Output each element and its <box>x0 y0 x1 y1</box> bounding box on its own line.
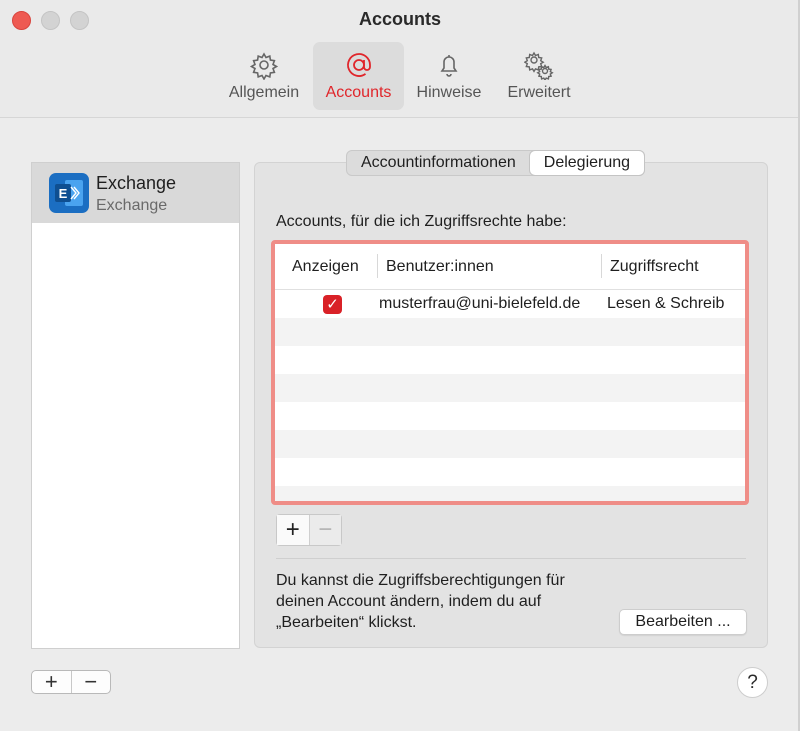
table-row-empty <box>275 318 745 346</box>
delegated-accounts-heading: Accounts, für die ich Zugriffsrechte hab… <box>276 213 567 230</box>
table-row-empty <box>275 486 745 501</box>
column-header-show[interactable]: Anzeigen <box>292 258 359 276</box>
table-row-empty <box>275 402 745 430</box>
toolbar-label-general: Allgemein <box>228 84 300 101</box>
preferences-window: Accounts Allgemein Accounts Hinweise Erw… <box>0 0 800 731</box>
edit-permissions-button[interactable]: Bearbeiten ... <box>619 609 747 635</box>
table-row-empty <box>275 374 745 402</box>
divider <box>276 558 746 559</box>
add-account-button[interactable]: + <box>32 671 72 693</box>
access-cell: Lesen & Schreib <box>607 295 725 312</box>
tab-bar: Accountinformationen Delegierung <box>346 150 646 176</box>
account-name: Exchange <box>96 173 177 193</box>
bell-icon <box>440 55 458 77</box>
toolbar-item-notifications[interactable]: Hinweise <box>410 42 488 110</box>
toolbar-label-notifications: Hinweise <box>416 84 482 101</box>
table-body: ✓ musterfrau@uni-bielefeld.de Lesen & Sc… <box>275 290 745 501</box>
exchange-icon: E <box>49 173 89 213</box>
gear-icon <box>249 52 279 80</box>
toolbar-item-advanced[interactable]: Erweitert <box>498 42 580 110</box>
table-row-empty <box>275 458 745 486</box>
toolbar-label-accounts: Accounts <box>325 84 392 101</box>
table-row-empty <box>275 430 745 458</box>
tab-account-info[interactable]: Accountinformationen <box>347 151 530 175</box>
table-row[interactable]: ✓ musterfrau@uni-bielefeld.de Lesen & Sc… <box>275 290 745 318</box>
column-separator <box>377 254 378 278</box>
toolbar-label-advanced: Erweitert <box>507 84 571 101</box>
column-header-user[interactable]: Benutzer:innen <box>386 258 494 276</box>
table-row-empty <box>275 346 745 374</box>
remove-delegate-button[interactable]: − <box>309 515 341 545</box>
tab-delegation[interactable]: Delegierung <box>529 151 645 175</box>
help-button[interactable]: ? <box>737 667 768 698</box>
toolbar-item-general[interactable]: Allgemein <box>222 42 306 110</box>
user-cell: musterfrau@uni-bielefeld.de <box>379 295 581 312</box>
gears-icon <box>524 51 554 80</box>
column-header-access[interactable]: Zugriffsrecht <box>610 258 699 276</box>
delegation-controls: + − <box>276 514 342 546</box>
at-sign-icon <box>346 53 371 77</box>
show-checkbox[interactable]: ✓ <box>323 295 342 314</box>
title-bar: Accounts Allgemein Accounts Hinweise Erw… <box>0 0 800 118</box>
account-list-controls: + − <box>31 670 111 694</box>
account-list-item[interactable]: E Exchange Exchange <box>32 163 239 223</box>
table-header: Anzeigen Benutzer:innen Zugriffsrecht <box>275 244 745 290</box>
remove-account-button[interactable]: − <box>72 671 111 693</box>
account-type: Exchange <box>96 197 168 214</box>
column-separator <box>601 254 602 278</box>
account-list: E Exchange Exchange <box>31 162 240 649</box>
svg-text:E: E <box>59 186 68 201</box>
delegated-accounts-table: Anzeigen Benutzer:innen Zugriffsrecht ✓ … <box>271 240 749 505</box>
add-delegate-button[interactable]: + <box>277 515 310 545</box>
permissions-info-text: Du kannst die Zugriffsberechtigungen für… <box>276 572 565 631</box>
window-title: Accounts <box>358 9 441 29</box>
toolbar-item-accounts[interactable]: Accounts <box>313 42 404 110</box>
